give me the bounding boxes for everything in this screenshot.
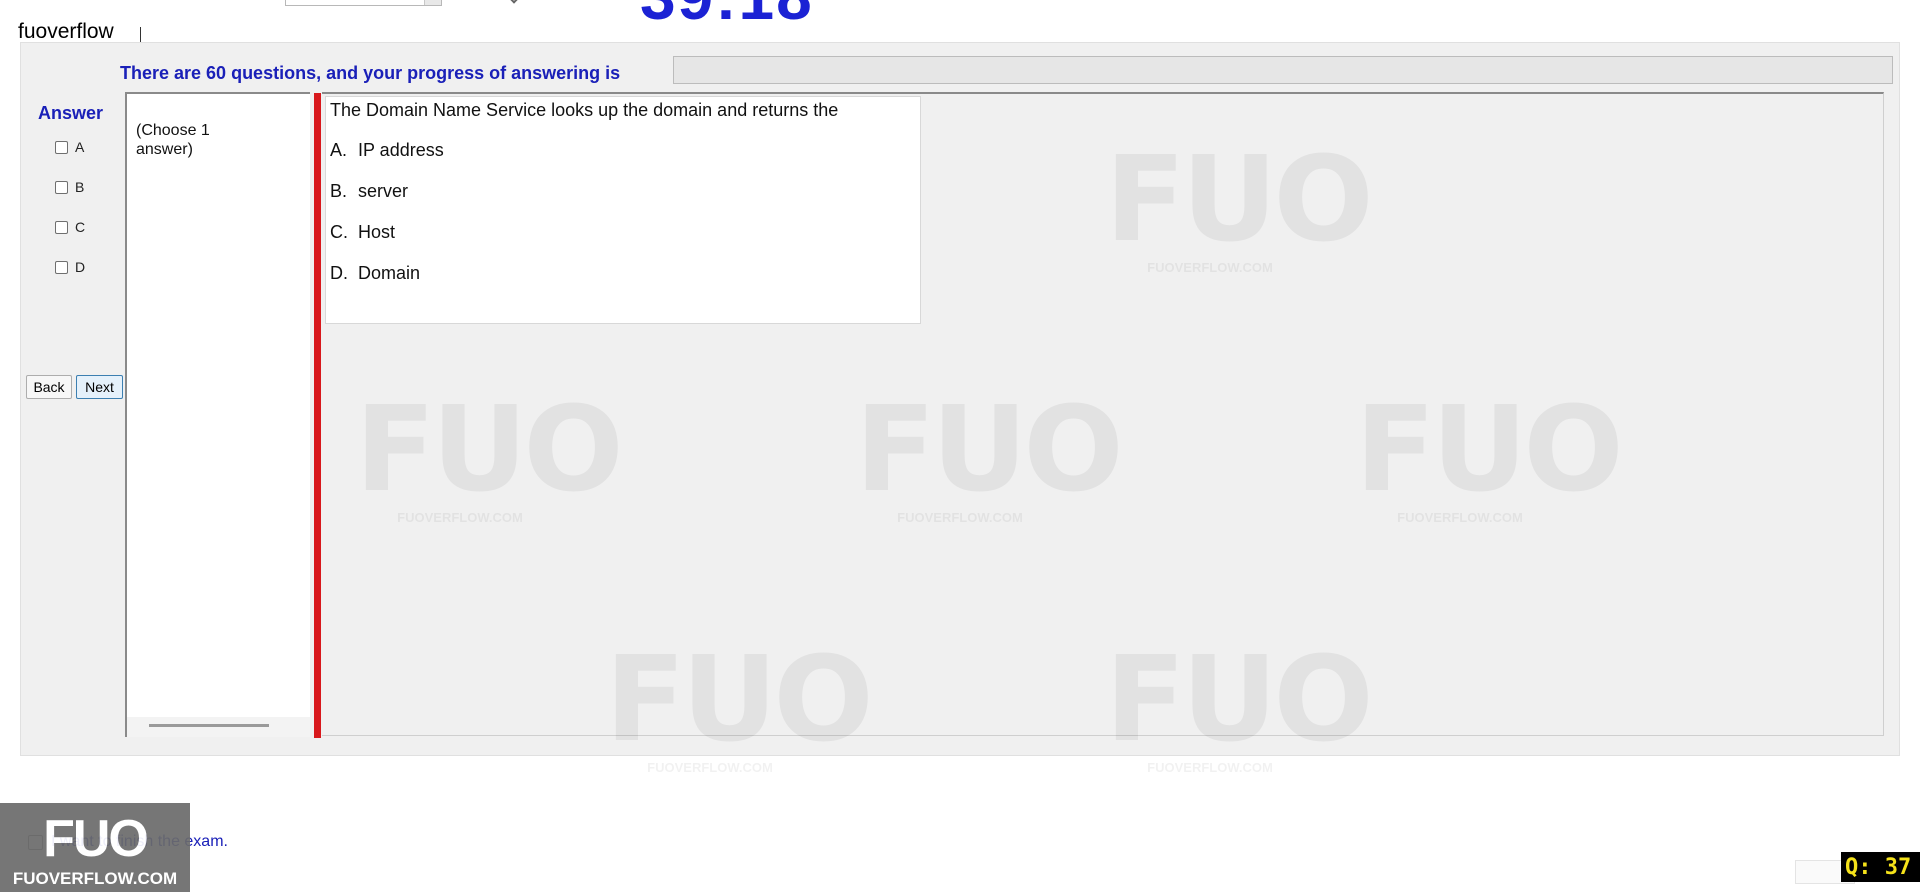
progress-bar: [673, 56, 1893, 84]
question-option-a: A. IP address: [330, 140, 444, 160]
watermark: FUOFUOVERFLOW.COM: [1355, 380, 1624, 525]
back-button[interactable]: Back: [26, 375, 72, 399]
answer-option-label: B: [75, 179, 85, 195]
answer-option-c[interactable]: C: [55, 219, 85, 235]
answer-option-b[interactable]: B: [55, 179, 84, 195]
checkbox-icon[interactable]: [55, 140, 68, 154]
watermark: FUOFUOVERFLOW.COM: [355, 380, 624, 525]
top-dropdown[interactable]: [285, 0, 442, 6]
question-number-badge: Q: 37: [1841, 852, 1920, 882]
dropdown-arrow-icon[interactable]: [424, 0, 441, 5]
progress-label: There are 60 questions, and your progres…: [120, 63, 621, 83]
divider-bar: [314, 93, 321, 738]
question-option-b: B. server: [330, 181, 409, 201]
question-option-c: C. Host: [330, 222, 396, 242]
answer-option-label: A: [75, 139, 85, 155]
checkbox-icon[interactable]: [55, 220, 68, 234]
watermark: FUOFUOVERFLOW.COM: [1105, 630, 1374, 775]
watermark: FUOFUOVERFLOW.COM: [855, 380, 1124, 525]
question-text: The Domain Name Service looks up the dom…: [330, 100, 839, 120]
caret-icon: [508, 0, 520, 4]
answer-option-d[interactable]: D: [55, 259, 85, 275]
logo: FUO: [43, 810, 149, 868]
question-box: The Domain Name Service looks up the dom…: [325, 96, 921, 324]
app-label: fuoverflow: [18, 20, 114, 43]
checkbox-icon[interactable]: [55, 260, 68, 274]
logo-badge: FUO FUOVERFLOW.COM: [0, 803, 190, 892]
question-option-d: D. Domain: [330, 263, 421, 283]
horizontal-scrollbar[interactable]: [127, 717, 310, 737]
logo-caption: FUOVERFLOW.COM: [12, 869, 178, 888]
choose-hint: (Choose 1 answer): [136, 122, 210, 158]
scrollbar-thumb[interactable]: [149, 724, 269, 727]
next-button[interactable]: Next: [76, 375, 123, 399]
watermark: FUOFUOVERFLOW.COM: [605, 630, 874, 775]
countdown-timer: 39:18: [640, 0, 814, 34]
answer-option-a[interactable]: A: [55, 139, 84, 155]
watermark: FUOFUOVERFLOW.COM: [1105, 130, 1374, 275]
answer-option-label: D: [75, 259, 86, 275]
checkbox-icon[interactable]: [55, 180, 68, 194]
answer-heading: Answer: [38, 103, 104, 123]
choose-hint-panel: (Choose 1 answer): [125, 92, 310, 737]
answer-option-label: C: [75, 219, 86, 235]
